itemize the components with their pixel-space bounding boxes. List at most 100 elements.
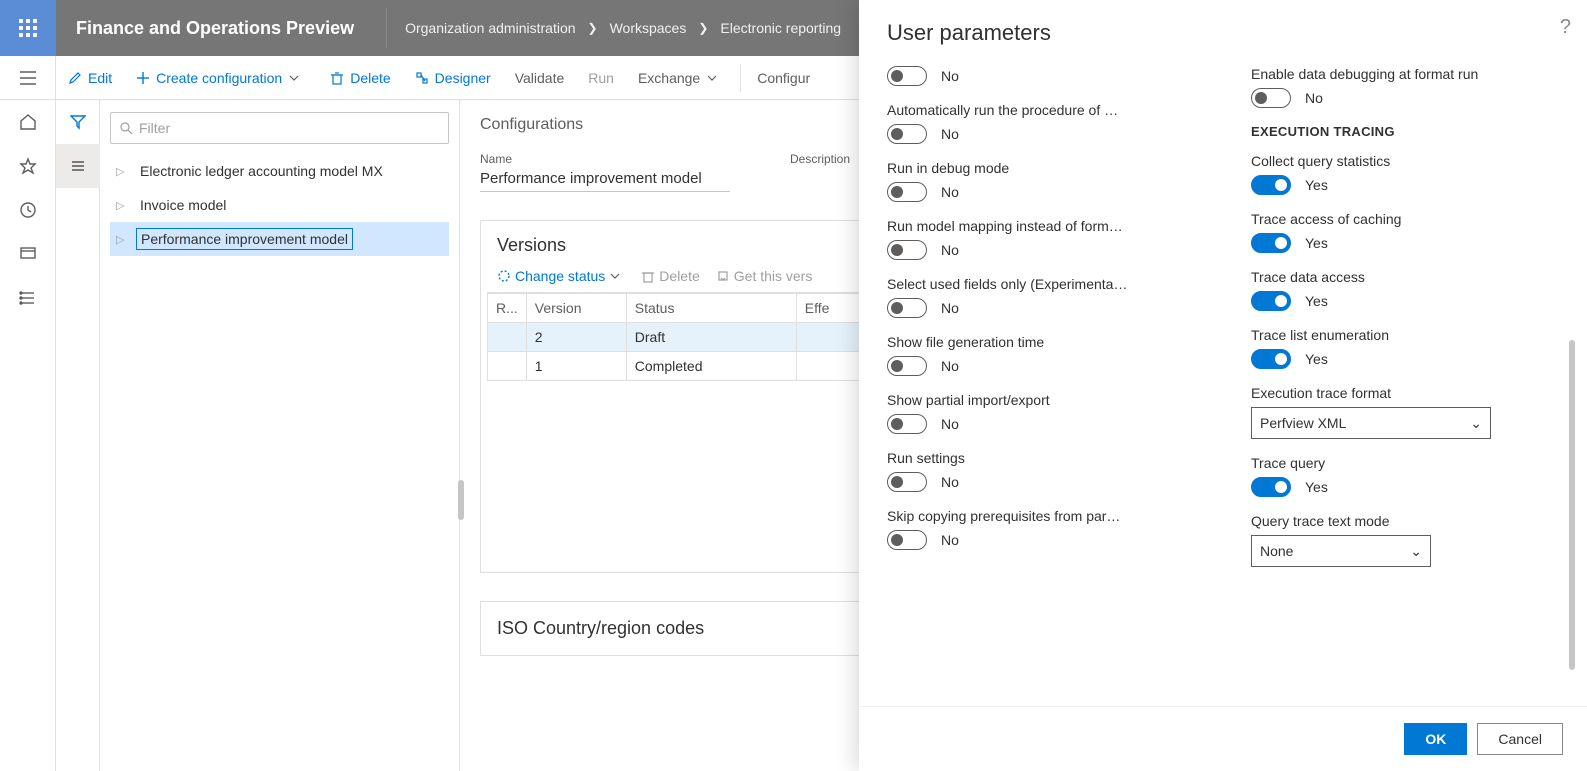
toggle[interactable] [1251,233,1291,253]
toggle[interactable] [887,240,927,260]
toggle-value: No [941,184,959,200]
separator [386,8,387,48]
tree-item[interactable]: ▷Performance improvement model [110,222,449,256]
validate-button[interactable]: Validate [503,56,577,100]
toggle[interactable] [1251,88,1291,108]
section-title: ISO Country/region codes [497,618,704,638]
resize-handle[interactable] [458,480,464,520]
waffle-icon [19,19,37,37]
chevron-down-icon [609,270,621,282]
nav-toggle-button[interactable] [0,56,56,100]
breadcrumb-item[interactable]: Organization administration [399,20,581,36]
parameter-label: Query trace text mode [1251,513,1559,529]
exchange-button[interactable]: Exchange [626,56,736,100]
toggle-value: No [941,68,959,84]
tree-item[interactable]: ▷Electronic ledger accounting model MX [110,154,449,188]
list-view-icon[interactable] [56,144,100,188]
parameter-group: Run in debug mode No [887,160,1195,202]
toggle[interactable] [887,356,927,376]
run-button: Run [576,56,626,100]
scrollbar-thumb[interactable] [1569,340,1575,670]
user-parameters-panel: User parameters NoAutomatically run the … [859,0,1587,771]
parameter-label: Collect query statistics [1251,153,1559,169]
parameter-label: Run in debug mode [887,160,1195,176]
toggle[interactable] [1251,291,1291,311]
toggle[interactable] [887,472,927,492]
col-header[interactable]: Version [526,294,626,323]
parameter-label: Show partial import/export [887,392,1195,408]
filter-icon[interactable] [56,100,100,144]
parameter-group: Trace list enumerationYes [1251,327,1559,369]
ok-button[interactable]: OK [1404,723,1467,755]
create-configuration-button[interactable]: Create configuration [124,56,318,100]
filter-input[interactable]: Filter [110,112,449,144]
toggle[interactable] [887,530,927,550]
toggle[interactable] [887,414,927,434]
toggle-value: Yes [1305,479,1328,495]
designer-icon [415,71,429,85]
pencil-icon [68,71,82,85]
delete-button[interactable]: Delete [318,56,402,100]
toggle[interactable] [887,182,927,202]
breadcrumb-item[interactable]: Electronic reporting [714,20,847,36]
chevron-right-icon: ❯ [582,21,604,35]
toggle[interactable] [1251,477,1291,497]
hamburger-icon [20,71,36,85]
parameter-group: Automatically run the procedure of …No [887,102,1195,144]
col-header[interactable]: R... [488,294,527,323]
name-field[interactable]: Performance improvement model [480,166,730,192]
breadcrumb-item[interactable]: Workspaces [604,20,693,36]
parameter-label: Show file generation time [887,334,1195,350]
trace-format-select[interactable]: Perfview XML⌄ [1251,407,1491,439]
expand-icon[interactable]: ▷ [116,233,136,246]
trash-icon [330,71,344,85]
parameter-group: Enable data debugging at format runNo [1251,66,1559,108]
expand-icon[interactable]: ▷ [116,165,136,178]
parameter-label: Trace data access [1251,269,1559,285]
cancel-button[interactable]: Cancel [1477,723,1563,755]
expand-icon[interactable]: ▷ [116,199,136,212]
toggle-value: No [1305,90,1323,106]
favorites-icon[interactable] [0,144,56,188]
configurations-button[interactable]: Configur [745,56,822,100]
query-mode-select[interactable]: None⌄ [1251,535,1431,567]
designer-button[interactable]: Designer [403,56,503,100]
parameter-group: Collect query statistics Yes [1251,153,1559,195]
toggle[interactable] [887,124,927,144]
section-subhead: EXECUTION TRACING [1251,124,1559,139]
recent-icon[interactable] [0,188,56,232]
toggle[interactable] [887,66,927,86]
parameter-label: Run settings [887,450,1195,466]
breadcrumb: Organization administration ❯ Workspaces… [399,20,847,36]
tree-item-label: Invoice model [136,195,230,215]
app-title: Finance and Operations Preview [56,18,374,39]
toggle[interactable] [1251,349,1291,369]
parameter-group: Show file generation timeNo [887,334,1195,376]
tree-item-label: Performance improvement model [136,228,353,250]
toggle-value: Yes [1305,293,1328,309]
chevron-right-icon: ❯ [692,21,714,35]
col-header[interactable]: Status [626,294,796,323]
help-icon[interactable]: ? [1560,16,1571,39]
toggle-value: Yes [1305,177,1328,193]
parameter-group: Skip copying prerequisites from par…No [887,508,1195,550]
chevron-down-icon: ⌄ [1410,543,1422,560]
toggle[interactable] [887,298,927,318]
parameter-group: No [887,66,1195,86]
toggle[interactable] [1251,175,1291,195]
plus-icon [136,71,150,85]
parameter-label: Run model mapping instead of form… [887,218,1195,234]
workspaces-icon[interactable] [0,232,56,276]
edit-button[interactable]: Edit [56,56,124,100]
download-icon [716,269,730,283]
home-icon[interactable] [0,100,56,144]
parameter-group: Run model mapping instead of form…No [887,218,1195,260]
tree-item-label: Electronic ledger accounting model MX [136,161,387,181]
field-label: Name [480,152,730,166]
change-status-button[interactable]: Change status [497,268,625,284]
search-icon [119,121,133,135]
app-launcher-button[interactable] [0,0,56,56]
parameter-group: Execution trace formatPerfview XML⌄ [1251,385,1559,439]
modules-icon[interactable] [0,276,56,320]
tree-item[interactable]: ▷Invoice model [110,188,449,222]
